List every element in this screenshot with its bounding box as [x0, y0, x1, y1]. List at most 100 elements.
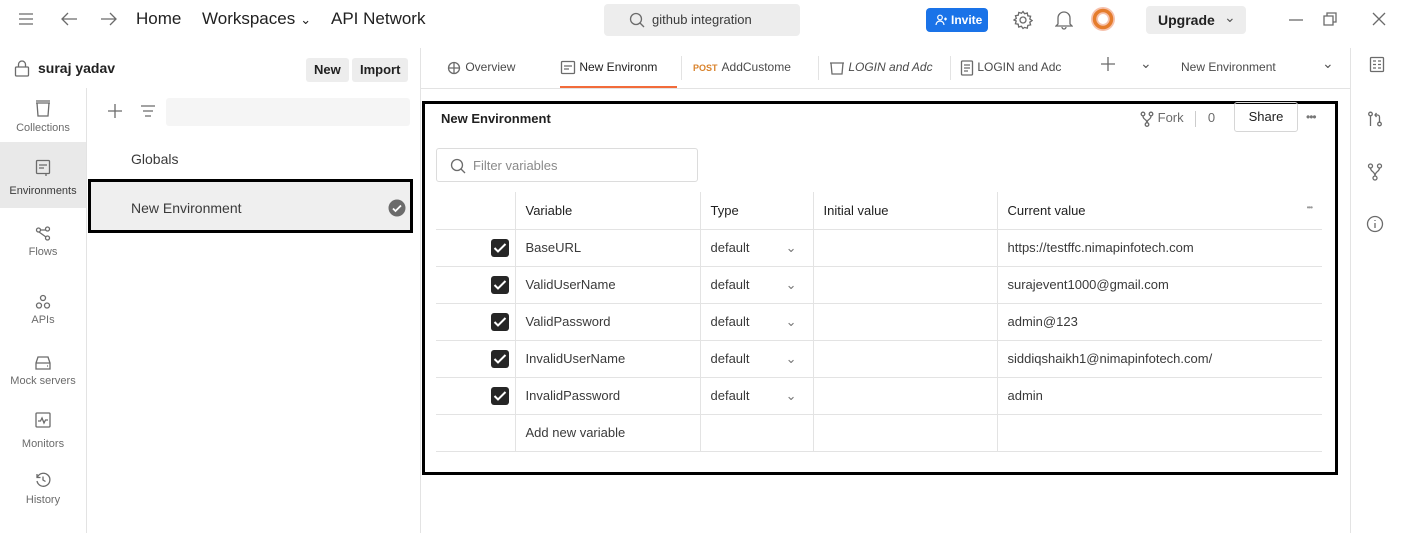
pull-request-icon[interactable] [1367, 111, 1383, 127]
history-icon [36, 472, 51, 487]
initial-value-cell[interactable] [813, 340, 998, 378]
row-checkbox[interactable] [490, 275, 509, 294]
new-current-value-cell[interactable] [997, 414, 1322, 452]
variable-type-select[interactable]: default ⌄ [700, 229, 814, 267]
tabs-overflow-chevron-icon[interactable]: ⌄ [1140, 55, 1152, 72]
search-text: github integration [652, 12, 752, 27]
share-button[interactable]: Share [1234, 102, 1298, 132]
chevron-down-icon[interactable]: ⌄ [1322, 55, 1334, 72]
env-list-item-new-environment[interactable]: New Environment [88, 179, 413, 233]
filter-variables-input[interactable]: Filter variables [436, 148, 698, 182]
sidebar-item-monitors[interactable]: Monitors [0, 412, 86, 450]
column-header-type: Type [700, 192, 814, 230]
variable-type-select[interactable]: default ⌄ [700, 303, 814, 341]
invite-button[interactable]: Invite [926, 8, 988, 32]
close-icon[interactable] [1372, 12, 1386, 26]
environment-quick-look-icon[interactable] [1369, 56, 1385, 74]
fork-button[interactable]: Fork 0 [1140, 110, 1215, 127]
mock-servers-icon [35, 356, 51, 370]
variable-name-cell[interactable]: InvalidPassword [515, 377, 701, 415]
upgrade-button[interactable]: Upgrade ⌄ [1146, 6, 1246, 34]
fork-icon[interactable] [1367, 163, 1383, 181]
tab-new-environment[interactable]: New Environm [560, 60, 657, 76]
avatar[interactable] [1090, 6, 1116, 32]
column-options-icon[interactable]: ••• [1307, 203, 1313, 212]
nav-workspaces[interactable]: Workspaces ⌄ [202, 9, 311, 29]
environment-title[interactable]: New Environment [441, 111, 551, 126]
env-list-divider [420, 48, 421, 533]
workspace-name[interactable]: suraj yadav [38, 60, 115, 76]
current-value-cell[interactable]: https://testffc.nimapinfotech.com [997, 229, 1322, 267]
variable-type-select[interactable]: default ⌄ [700, 266, 814, 304]
variable-name-cell[interactable]: BaseURL [515, 229, 701, 267]
chevron-down-icon: ⌄ [785, 350, 797, 366]
tab-post-addcustomer[interactable]: POST AddCustome [693, 60, 791, 74]
variable-name-cell[interactable]: InvalidUserName [515, 340, 701, 378]
new-tab-icon[interactable] [1100, 56, 1116, 72]
row-checkbox[interactable] [490, 312, 509, 331]
nav-home[interactable]: Home [136, 9, 181, 29]
table-row: ValidPassword default ⌄ admin@123 [436, 303, 1322, 341]
tab-separator [950, 56, 951, 80]
sidebar-item-environments[interactable]: Environments [0, 142, 86, 208]
info-icon[interactable] [1366, 215, 1384, 233]
sidebar-item-label: APIs [31, 314, 55, 326]
fork-count-divider [1195, 110, 1197, 127]
variable-name-cell[interactable]: ValidPassword [515, 303, 701, 341]
tab-login-collection[interactable]: LOGIN and Adc [829, 60, 933, 75]
workspace-header: suraj yadav New Import [0, 48, 420, 88]
column-header-variable: Variable [515, 192, 701, 230]
global-search[interactable]: github integration [604, 4, 800, 36]
import-button[interactable]: Import [352, 58, 409, 82]
forward-arrow-icon[interactable] [100, 11, 118, 27]
tab-separator [818, 56, 819, 80]
settings-gear-icon[interactable] [1013, 10, 1033, 30]
sidebar-item-collections[interactable]: Collections [0, 100, 86, 134]
current-value-cell[interactable]: admin@123 [997, 303, 1322, 341]
environment-selector[interactable]: New Environment [1181, 60, 1276, 74]
initial-value-cell[interactable] [813, 377, 998, 415]
new-variable-type-cell[interactable] [700, 414, 814, 452]
chevron-down-icon: ⌄ [785, 276, 797, 292]
menu-icon[interactable] [18, 12, 34, 26]
variable-type-select[interactable]: default ⌄ [700, 340, 814, 378]
sidebar-item-label: Monitors [21, 438, 65, 450]
sidebar-divider [86, 88, 87, 533]
notification-bell-icon[interactable] [1055, 10, 1073, 30]
current-value-cell[interactable]: admin [997, 377, 1322, 415]
tab-login-doc[interactable]: LOGIN and Adc [960, 60, 1061, 76]
filter-icon[interactable] [140, 104, 156, 118]
create-environment-icon[interactable] [108, 104, 122, 118]
tab-label: LOGIN and Adc [848, 60, 933, 74]
sidebar-item-apis[interactable]: APIs [0, 294, 86, 326]
collection-icon [829, 61, 845, 75]
initial-value-cell[interactable] [813, 229, 998, 267]
current-value-cell[interactable]: siddiqshaikh1@nimapinfotech.com/ [997, 340, 1322, 378]
nav-api-network[interactable]: API Network [331, 9, 425, 29]
tab-overview[interactable]: Overview [446, 60, 515, 75]
row-checkbox[interactable] [490, 386, 509, 405]
table-header-row: Variable Type Initial value Current valu… [436, 192, 1322, 230]
sidebar-item-flows[interactable]: Flows [0, 226, 86, 258]
sidebar-item-history[interactable]: History [0, 472, 86, 506]
tab-label: New Environm [579, 60, 658, 75]
env-search-input[interactable] [166, 98, 410, 126]
new-button[interactable]: New [306, 58, 349, 82]
minimize-icon[interactable] [1289, 19, 1303, 21]
new-initial-value-cell[interactable] [813, 414, 998, 452]
sidebar-item-mock-servers[interactable]: Mock servers [0, 355, 86, 387]
add-new-variable-input[interactable]: Add new variable [515, 414, 701, 452]
back-arrow-icon[interactable] [60, 11, 78, 27]
globals-item[interactable]: Globals [131, 151, 178, 167]
row-checkbox[interactable] [490, 349, 509, 368]
fork-icon [1140, 111, 1154, 127]
initial-value-cell[interactable] [813, 303, 998, 341]
restore-window-icon[interactable] [1323, 12, 1337, 26]
current-value-cell[interactable]: surajevent1000@gmail.com [997, 266, 1322, 304]
upgrade-label: Upgrade [1158, 12, 1215, 28]
initial-value-cell[interactable] [813, 266, 998, 304]
row-checkbox[interactable] [490, 238, 509, 257]
more-options-icon[interactable]: ••• [1306, 110, 1317, 124]
variable-name-cell[interactable]: ValidUserName [515, 266, 701, 304]
variable-type-select[interactable]: default ⌄ [700, 377, 814, 415]
